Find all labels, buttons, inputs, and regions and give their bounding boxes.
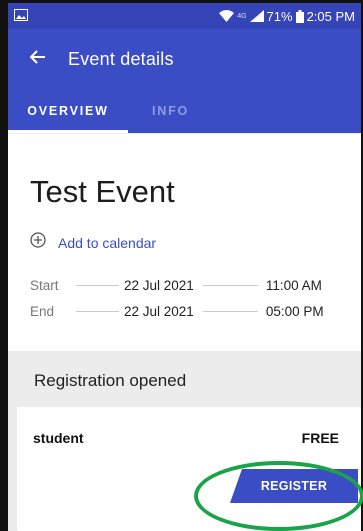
- event-summary-card: Test Event Add to calendar Start 22 Jul …: [8, 134, 361, 351]
- tab-indicator: [8, 130, 128, 133]
- tab-info-label: INFO: [151, 104, 190, 118]
- add-to-calendar-label: Add to calendar: [58, 234, 157, 251]
- start-row: Start 22 Jul 2021 11:00 AM: [30, 278, 348, 293]
- ticket-price: FREE: [301, 430, 339, 446]
- clock: 2:05 PM: [306, 8, 355, 24]
- tab-overview-label: OVERVIEW: [27, 104, 109, 118]
- end-row: End 22 Jul 2021 05:00 PM: [30, 304, 348, 319]
- back-button[interactable]: [16, 37, 60, 81]
- ticket-name: student: [33, 430, 84, 446]
- start-time: 11:00 AM: [265, 278, 322, 293]
- arrow-left-icon: [29, 49, 46, 70]
- battery-percent: 71%: [266, 8, 293, 24]
- status-bar: 4G 71% 2:05 PM: [8, 3, 361, 29]
- end-time: 05:00 PM: [265, 304, 324, 319]
- start-label: Start: [30, 278, 59, 293]
- plus-circle-icon: [30, 232, 46, 253]
- gallery-icon: [14, 8, 28, 24]
- highlight-ring-annotation: [194, 461, 363, 531]
- wifi-icon: [219, 10, 235, 22]
- frame-left: [0, 0, 8, 531]
- tab-info[interactable]: INFO: [128, 89, 213, 133]
- divider-line: [202, 285, 258, 286]
- event-title: Test Event: [30, 174, 175, 209]
- status-left: [14, 8, 28, 24]
- registration-status: Registration opened: [34, 371, 187, 390]
- end-label: End: [30, 304, 55, 319]
- tab-overview[interactable]: OVERVIEW: [8, 89, 128, 133]
- divider-line: [76, 311, 119, 312]
- start-date: 22 Jul 2021: [124, 278, 194, 293]
- page-title: Event details: [68, 48, 174, 69]
- add-to-calendar-link[interactable]: Add to calendar: [30, 232, 156, 253]
- divider-line: [202, 311, 258, 312]
- signal-icon: [249, 10, 264, 22]
- tab-bar: OVERVIEW INFO: [8, 89, 361, 133]
- divider-line: [76, 285, 119, 286]
- end-date: 22 Jul 2021: [124, 304, 194, 319]
- status-right: 4G 71% 2:05 PM: [219, 9, 355, 24]
- app-bar: Event details: [8, 29, 361, 89]
- network-type-label: 4G: [237, 12, 247, 20]
- battery-icon: [295, 9, 304, 23]
